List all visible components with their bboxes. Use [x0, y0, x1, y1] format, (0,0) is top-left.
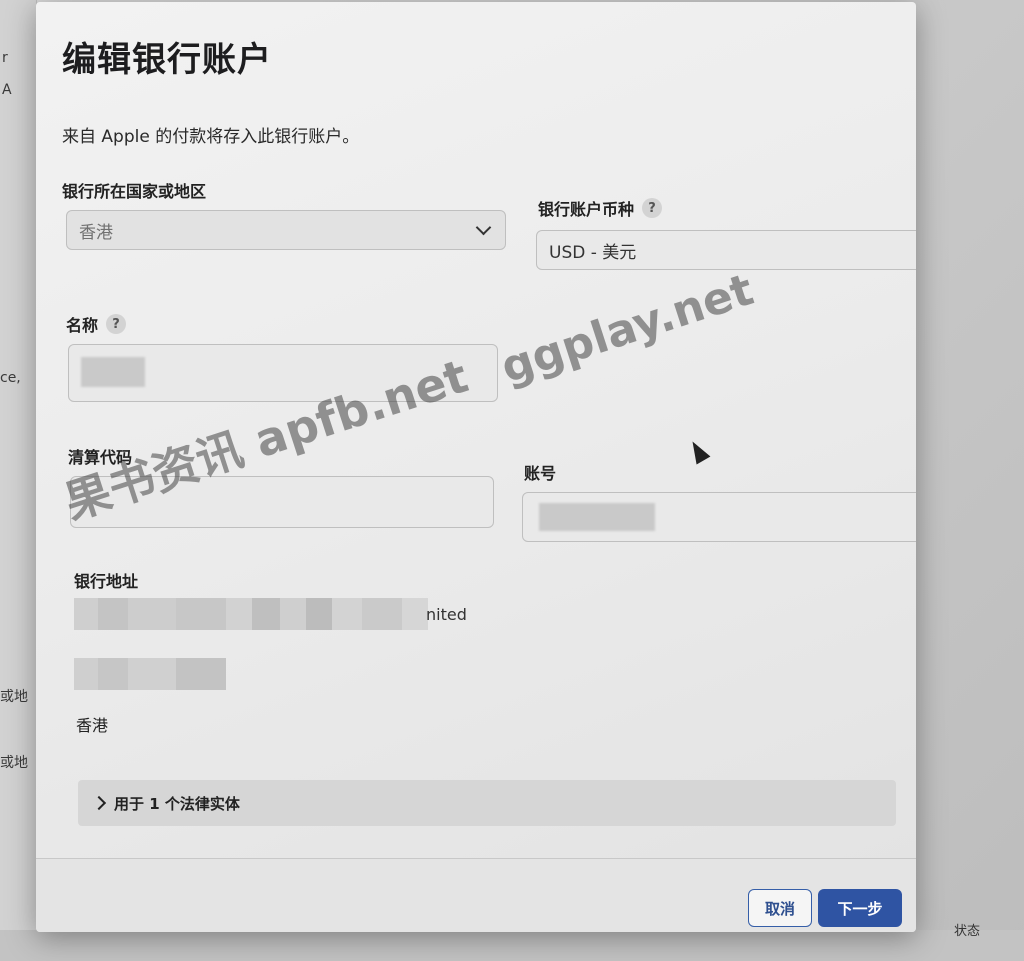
account-number-label-text: 账号 — [524, 464, 557, 483]
currency-label: 银行账户币种 ? — [538, 196, 663, 220]
legal-entities-label: 用于 1 个法律实体 — [114, 794, 240, 813]
background-text-fragment: r — [2, 50, 8, 66]
account-number-label: 账号 — [524, 460, 556, 484]
background-status-header: 状态 — [953, 924, 980, 939]
redacted-address-line — [74, 658, 226, 690]
redacted-value — [539, 503, 655, 531]
country-label-text: 银行所在国家或地区 — [62, 182, 207, 201]
cancel-button[interactable]: 取消 — [748, 889, 812, 927]
country-select[interactable]: 香港 — [66, 210, 506, 250]
name-label: 名称 ? — [66, 312, 127, 336]
chevron-down-icon — [475, 219, 492, 236]
dialog-title: 编辑银行账户 — [62, 40, 272, 80]
country-select-value: 香港 — [79, 222, 113, 243]
background-text-fragment: ce, — [0, 370, 21, 386]
country-label: 银行所在国家或地区 — [62, 178, 206, 202]
currency-select-value: USD - 美元 — [549, 242, 637, 263]
bank-address-label: 银行地址 — [74, 568, 138, 592]
background-text-fragment: A — [2, 82, 12, 98]
legal-entities-disclosure[interactable]: 用于 1 个法律实体 — [78, 780, 896, 826]
dialog-subtitle: 来自 Apple 的付款将存入此银行账户。 — [62, 127, 360, 147]
background-text-fragment: 或地 — [0, 755, 28, 771]
bank-address-region: 香港 — [76, 716, 109, 735]
help-icon[interactable]: ? — [106, 314, 127, 334]
currency-select[interactable]: USD - 美元 — [536, 230, 916, 270]
redacted-value — [81, 357, 145, 387]
bank-address-line1-suffix: nited — [426, 605, 467, 624]
redacted-address-line — [74, 598, 428, 630]
next-button[interactable]: 下一步 — [818, 889, 902, 927]
bank-address-label-text: 银行地址 — [74, 572, 139, 591]
account-number-input[interactable] — [522, 492, 916, 542]
background-text-fragment: 或地 — [0, 689, 28, 705]
help-icon[interactable]: ? — [642, 198, 663, 218]
currency-label-text: 银行账户币种 — [538, 200, 635, 219]
chevron-right-icon — [91, 795, 107, 811]
background-window-edge — [0, 0, 37, 961]
background-table-bottom — [0, 930, 1024, 961]
name-label-text: 名称 — [66, 316, 99, 335]
